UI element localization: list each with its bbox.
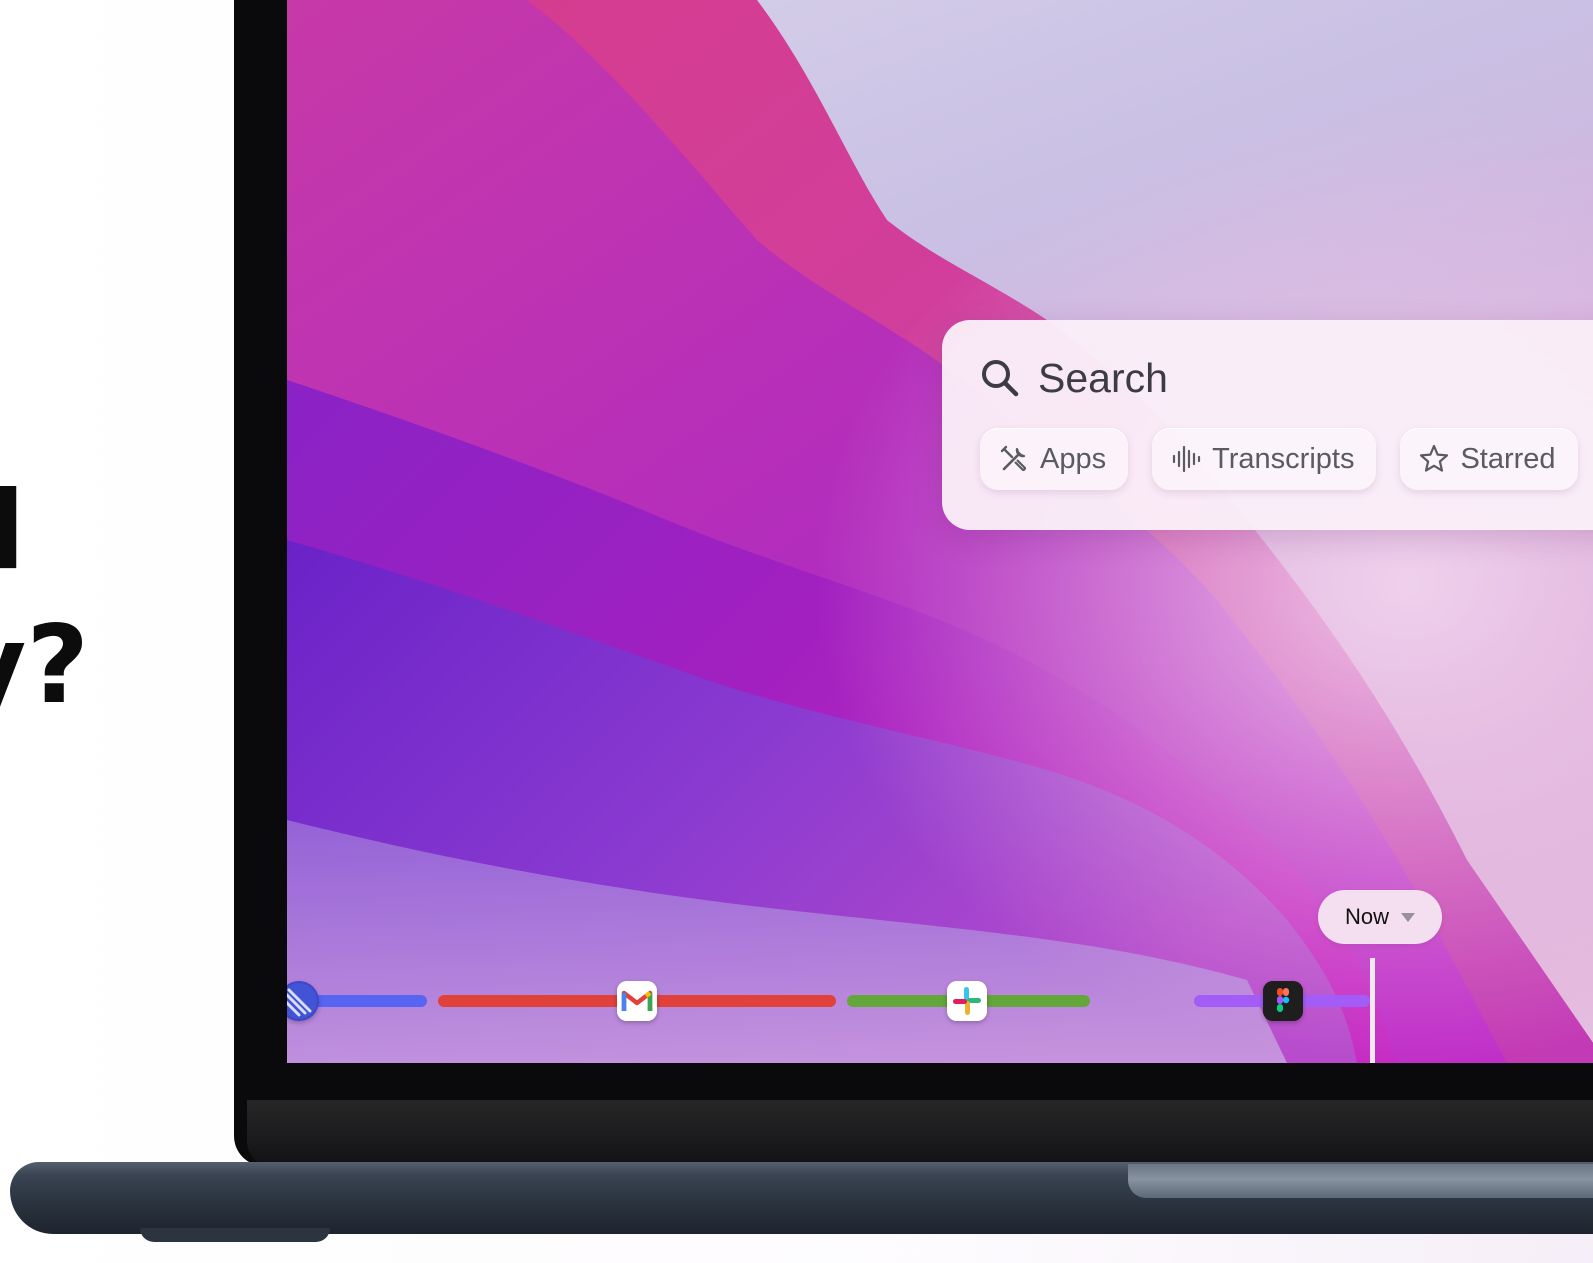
headline-line-1: d: [0, 478, 25, 586]
laptop-screen: Apps Transcripts: [287, 0, 1593, 1063]
search-icon: [982, 360, 1019, 397]
now-indicator-line: [1370, 958, 1375, 1063]
star-icon: [1420, 444, 1449, 472]
chevron-down-icon: [1401, 912, 1415, 922]
search-row: [980, 354, 1558, 402]
now-dropdown[interactable]: Now: [1318, 890, 1442, 944]
laptop-foot: [140, 1228, 330, 1242]
figma-app-icon[interactable]: [1263, 981, 1303, 1021]
filter-apps-button[interactable]: Apps: [980, 428, 1129, 490]
search-panel: Apps Transcripts: [942, 320, 1593, 530]
tools-icon: [1000, 445, 1027, 472]
laptop-bezel-bottom: [247, 1100, 1593, 1166]
waveform-icon: [1173, 445, 1201, 473]
headline-line-2: y?: [0, 603, 90, 728]
gmail-app-icon[interactable]: [617, 981, 657, 1021]
filter-transcripts-label: Transcripts: [1212, 442, 1355, 475]
filter-starred-label: Starred: [1460, 442, 1556, 475]
search-input[interactable]: [1038, 354, 1558, 402]
filter-starred-button[interactable]: Starred: [1400, 428, 1578, 490]
laptop-base-notch: [1128, 1164, 1593, 1198]
filter-row: Apps Transcripts Starred: [980, 428, 1578, 490]
filter-apps-label: Apps: [1040, 442, 1107, 475]
now-label: Now: [1344, 904, 1389, 929]
slack-app-icon[interactable]: [947, 981, 987, 1021]
filter-transcripts-button[interactable]: Transcripts: [1152, 428, 1377, 490]
